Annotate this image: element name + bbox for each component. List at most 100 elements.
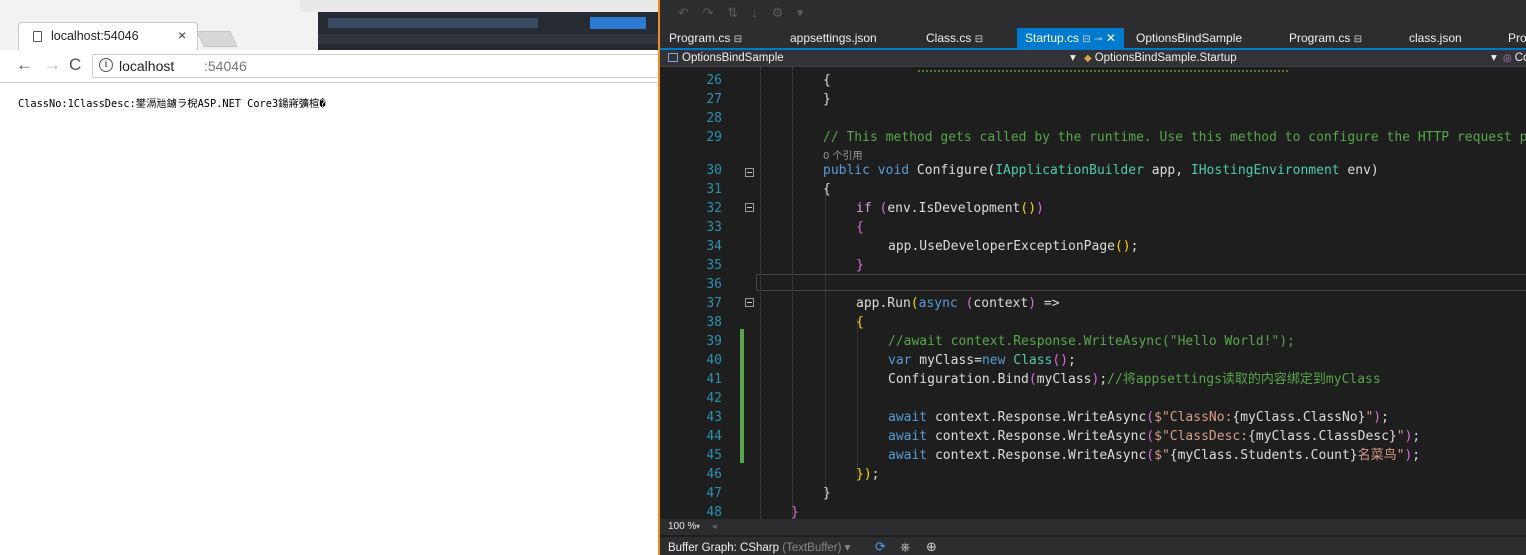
forward-arrow-icon[interactable]: →: [44, 55, 61, 75]
info-icon[interactable]: i: [99, 58, 113, 72]
tab-program-cs[interactable]: Program.cs ⊟: [669, 28, 742, 48]
code-line: 27 }: [660, 90, 1526, 109]
code-line: 32 if (env.IsDevelopment()): [660, 199, 1526, 218]
line-number: 35: [706, 258, 722, 273]
pin-icon[interactable]: ⊸: [1094, 34, 1102, 45]
tab-program-cs-2[interactable]: Program.cs ⊟: [1289, 28, 1362, 48]
code-line: 29 // This method gets called by the run…: [660, 128, 1526, 147]
line-number: 40: [706, 353, 722, 368]
line-number: 36: [706, 277, 722, 292]
page-output-text: ClassNo:1ClassDesc:鐢滆兘鐪ラ棿ASP.NET Core3鍚嶈…: [18, 98, 326, 110]
code-line: 33 {: [660, 218, 1526, 237]
lock-icon: ⊟: [1082, 34, 1091, 45]
class-dropdown[interactable]: ◆ OptionsBindSample.Startup: [1084, 50, 1237, 66]
chevron-down-icon[interactable]: ▾: [696, 522, 700, 531]
line-number: 31: [706, 182, 722, 197]
line-number: 42: [706, 391, 722, 406]
graph-layout-icon[interactable]: ⊕: [926, 539, 937, 555]
code-line: 41 Configuration.Bind(myClass);//将appset…: [660, 370, 1526, 389]
line-number: 26: [706, 73, 722, 88]
tab-overflow[interactable]: Pro: [1508, 28, 1526, 48]
code-line: 43 await context.Response.WriteAsync($"C…: [660, 408, 1526, 427]
back-arrow-icon[interactable]: ←: [16, 55, 33, 75]
line-number: 27: [706, 92, 722, 107]
background-window-thumbnail: [318, 12, 658, 50]
line-number: 47: [706, 486, 722, 501]
lock-icon: ⊟: [1353, 34, 1363, 45]
line-number: 45: [706, 448, 722, 463]
code-line: 48 }: [660, 503, 1526, 519]
code-line: 45 await context.Response.WriteAsync($"{…: [660, 446, 1526, 465]
code-line: 28: [660, 109, 1526, 128]
code-line: 37 app.Run(async (context) =>: [660, 294, 1526, 313]
document-tab-strip: Program.cs ⊟ appsettings.json Class.cs ⊟…: [660, 28, 1526, 48]
line-number: 28: [706, 111, 722, 126]
codelens-references[interactable]: 0 个引用: [823, 147, 863, 162]
line-number: 30: [706, 163, 722, 178]
buffer-graph-label: Buffer Graph: CSharp (TextBuffer) ▾: [668, 542, 851, 554]
code-line: 47 }: [660, 484, 1526, 503]
line-number: 29: [706, 130, 722, 145]
member-dropdown[interactable]: ◎Co: [1503, 50, 1526, 66]
close-icon[interactable]: ✕: [1106, 31, 1116, 45]
line-number: 34: [706, 239, 722, 254]
code-line: 31 {: [660, 180, 1526, 199]
code-line: 42: [660, 389, 1526, 408]
method-icon: ◎: [1503, 53, 1512, 64]
new-tab-button[interactable]: [196, 31, 238, 47]
code-line: 34 app.UseDeveloperExceptionPage();: [660, 237, 1526, 256]
tab-startup-cs[interactable]: Startup.cs ⊟ ⊸ ✕: [1017, 28, 1124, 48]
csharp-project-icon: [668, 53, 678, 62]
code-line: 40 var myClass=new Class();: [660, 351, 1526, 370]
class-icon: ◆: [1084, 53, 1092, 64]
tab-class-cs[interactable]: Class.cs ⊟: [926, 28, 983, 48]
url-host: localhost: [119, 58, 175, 74]
vs-toolbar: ↶ ↷ ⇅ ↓ ⚙ ▾: [660, 0, 1526, 28]
line-number: 39: [706, 334, 722, 349]
reload-icon[interactable]: C: [69, 55, 81, 75]
code-line: 46 });: [660, 465, 1526, 484]
line-number: 32: [706, 201, 722, 216]
line-number: 43: [706, 410, 722, 425]
code-line: 39 //await context.Response.WriteAsync("…: [660, 332, 1526, 351]
code-line: 38 {: [660, 313, 1526, 332]
code-editor[interactable]: 0 个引用 26 { 27 } 28 29 // This method get…: [660, 67, 1526, 519]
visual-studio-window: ↶ ↷ ⇅ ↓ ⚙ ▾ Program.cs ⊟ appsettings.jso…: [660, 0, 1526, 555]
scroll-left-icon[interactable]: ◂: [712, 521, 717, 532]
browser-tab[interactable]: localhost:54046 ×: [18, 22, 198, 51]
browser-toolbar: ← → C i localhost :54046: [0, 50, 662, 83]
background-window-strip: [300, 0, 658, 12]
status-bar: Buffer Graph: CSharp (TextBuffer) ▾ ⟳ ⎈ …: [660, 537, 1526, 555]
code-line: 30 public void Configure(IApplicationBui…: [660, 161, 1526, 180]
line-number: 38: [706, 315, 722, 330]
tab-optionsbindsample[interactable]: OptionsBindSample: [1136, 28, 1242, 48]
zoom-level[interactable]: 100 %: [668, 521, 696, 532]
line-number: 41: [706, 372, 722, 387]
chevron-down-icon[interactable]: ▾: [1491, 50, 1497, 66]
lock-icon: ⊟: [733, 34, 743, 45]
tab-appsettings-json[interactable]: appsettings.json: [790, 28, 877, 48]
chevron-down-icon[interactable]: ▾: [845, 542, 851, 554]
code-comment: // This method gets called by the runtim…: [823, 130, 1526, 145]
browser-window: localhost:54046 × ← → C i localhost :540…: [0, 0, 662, 555]
line-number: 44: [706, 429, 722, 444]
buffer-graph-value[interactable]: CSharp: [740, 542, 779, 554]
line-number: 33: [706, 220, 722, 235]
close-icon[interactable]: ×: [178, 27, 186, 43]
line-number: 46: [706, 467, 722, 482]
line-number: 37: [706, 296, 722, 311]
lock-icon: ⊟: [974, 34, 984, 45]
page-icon: [33, 31, 42, 42]
refresh-graph-icon[interactable]: ⟳: [875, 539, 886, 555]
chevron-down-icon[interactable]: ▾: [1070, 50, 1076, 66]
graph-tree-icon[interactable]: ⎈: [900, 539, 910, 555]
code-line: 44 await context.Response.WriteAsync($"C…: [660, 427, 1526, 446]
line-number: 48: [706, 505, 722, 519]
code-comment: //await context.Response.WriteAsync("Hel…: [888, 334, 1295, 349]
toolbar-icons[interactable]: ↶ ↷ ⇅ ↓ ⚙ ▾: [678, 5, 808, 21]
code-line: 26 {: [660, 71, 1526, 90]
address-bar[interactable]: i localhost :54046: [92, 54, 662, 78]
code-line: 35 }: [660, 256, 1526, 275]
project-dropdown[interactable]: OptionsBindSample: [668, 50, 784, 66]
tab-class-json[interactable]: class.json: [1409, 28, 1462, 48]
